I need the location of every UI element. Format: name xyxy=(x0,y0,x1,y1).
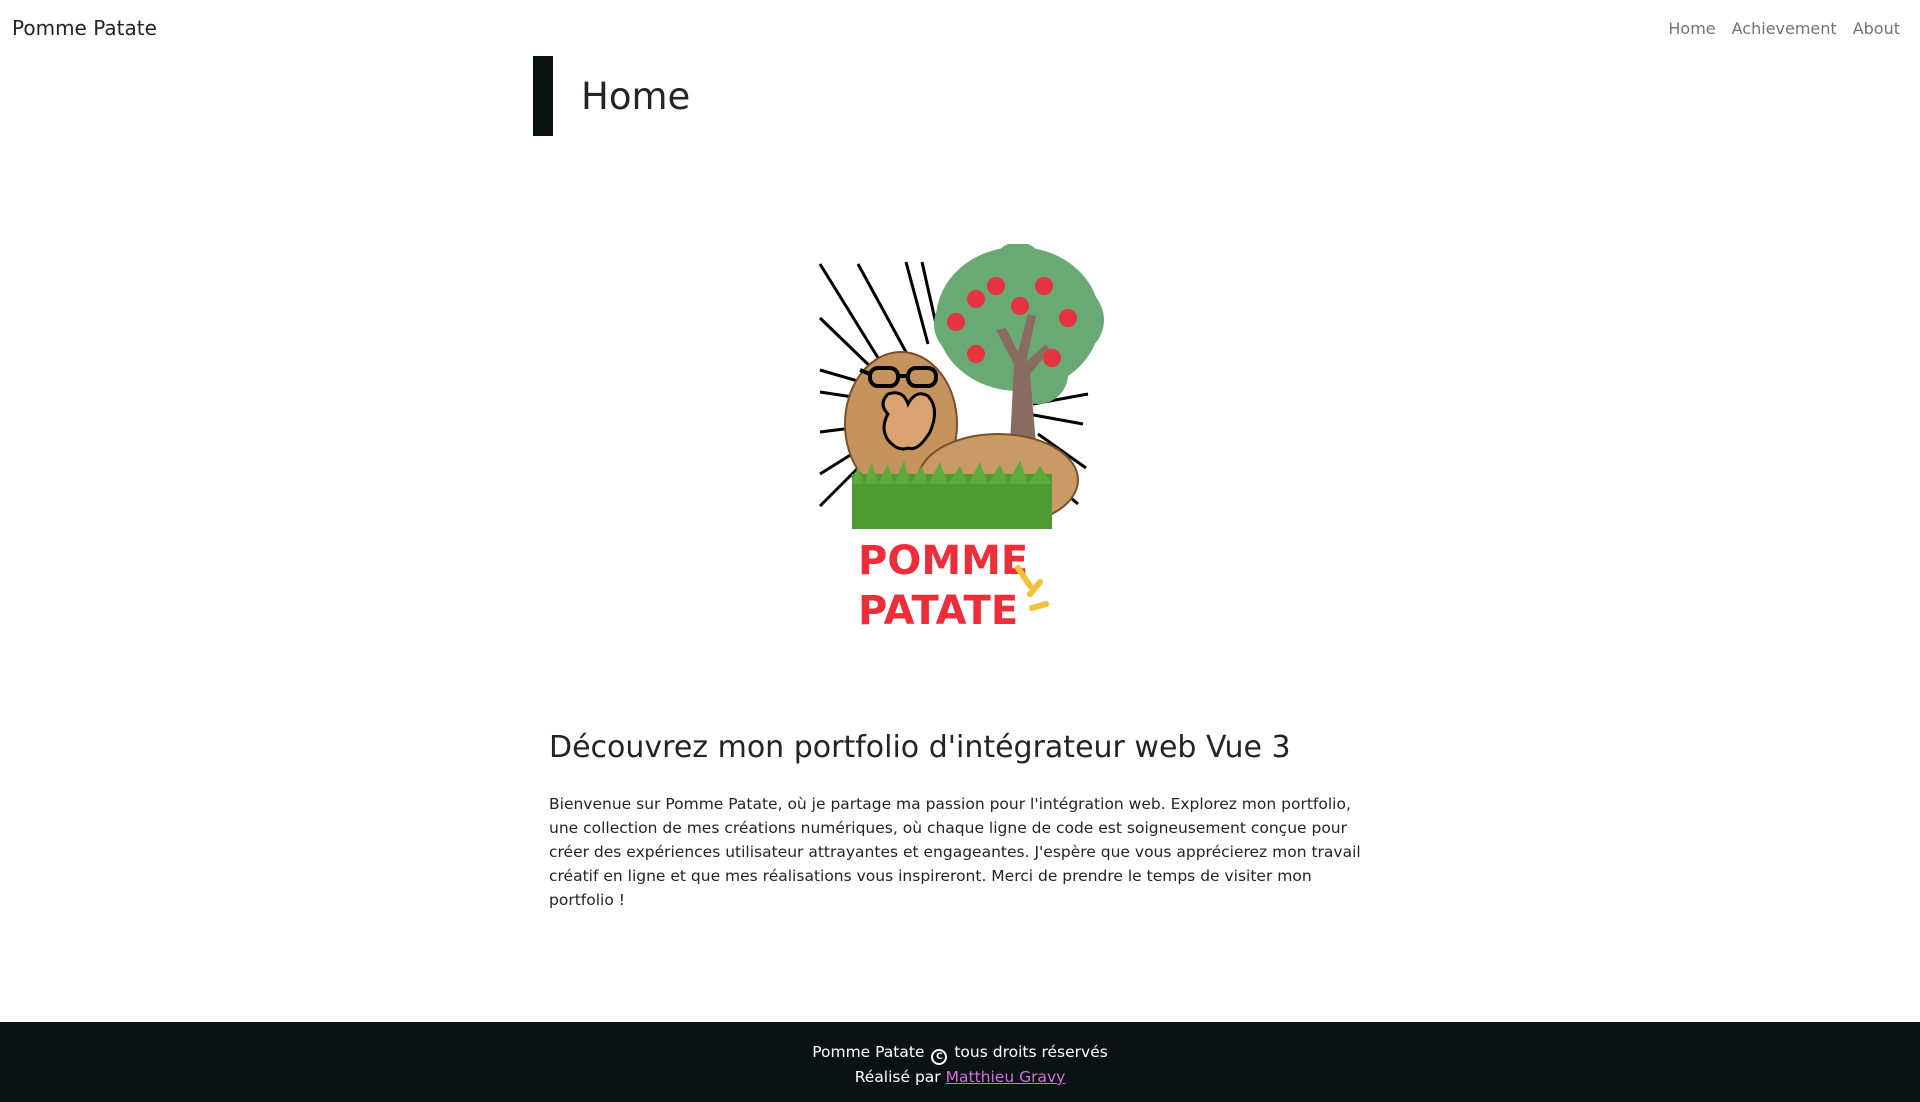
nav-link-achievement[interactable]: Achievement xyxy=(1724,11,1845,46)
footer-line2: Réalisé par Matthieu Gravy xyxy=(0,1065,1920,1089)
footer-brand: Pomme Patate xyxy=(812,1043,925,1061)
intro-heading: Découvrez mon portfolio d'intégrateur we… xyxy=(549,730,1291,765)
nav-links: Home Achievement About xyxy=(1660,11,1908,46)
footer-line1: Pomme Patate C tous droits réservés xyxy=(0,1040,1920,1065)
page-title: Home xyxy=(581,74,691,118)
nav-link-home[interactable]: Home xyxy=(1660,11,1723,46)
page-header: Home xyxy=(533,56,690,136)
brand-link[interactable]: Pomme Patate xyxy=(12,16,157,40)
footer: Pomme Patate C tous droits réservés Réal… xyxy=(0,1022,1920,1102)
author-link[interactable]: Matthieu Gravy xyxy=(946,1068,1066,1086)
footer-rights: tous droits réservés xyxy=(954,1043,1108,1061)
footer-made-by: Réalisé par xyxy=(854,1068,941,1086)
navbar: Pomme Patate Home Achievement About xyxy=(0,0,1920,56)
intro-section: Découvrez mon portfolio d'intégrateur we… xyxy=(549,730,1369,912)
logo-illustration: POMME PATATE xyxy=(818,244,1104,628)
header-accent-bar xyxy=(533,56,553,136)
copyright-icon: C xyxy=(931,1049,948,1065)
intro-paragraph: Bienvenue sur Pomme Patate, où je partag… xyxy=(549,795,1361,909)
sparkle-icon xyxy=(1015,565,1049,611)
nav-link-about[interactable]: About xyxy=(1845,11,1908,46)
logo-text-line2: PATATE xyxy=(858,588,1018,628)
pomme-patate-logo: POMME PATATE xyxy=(818,244,1108,628)
logo-text-line1: POMME xyxy=(858,538,1028,584)
